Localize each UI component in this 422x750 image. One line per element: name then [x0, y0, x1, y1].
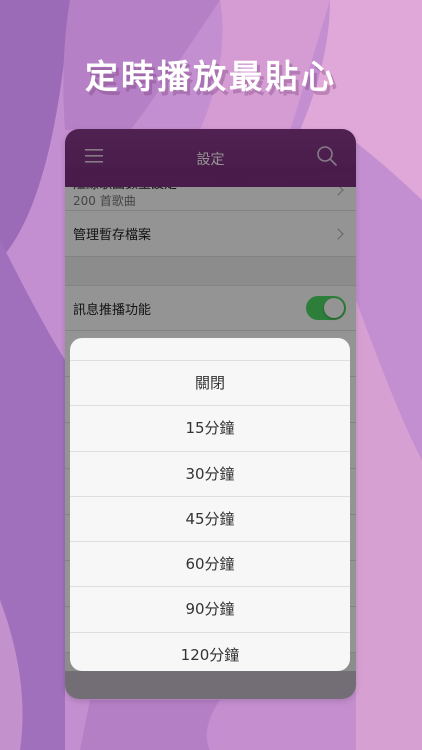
- timer-option-90[interactable]: 90分鐘: [70, 587, 350, 633]
- timer-option-30[interactable]: 30分鐘: [70, 452, 350, 497]
- timer-option-off[interactable]: 關閉: [70, 361, 350, 407]
- sheet-header-space: [70, 338, 350, 361]
- sleep-timer-sheet: 關閉 15分鐘 30分鐘 45分鐘 60分鐘 90分鐘 120分鐘: [70, 338, 350, 671]
- overlay-bottom-band: [65, 671, 356, 699]
- timer-option-60[interactable]: 60分鐘: [70, 542, 350, 588]
- timer-option-45[interactable]: 45分鐘: [70, 497, 350, 543]
- timer-option-15[interactable]: 15分鐘: [70, 406, 350, 452]
- promo-headline: 定時播放最貼心: [85, 57, 337, 96]
- timer-option-120[interactable]: 120分鐘: [70, 633, 350, 671]
